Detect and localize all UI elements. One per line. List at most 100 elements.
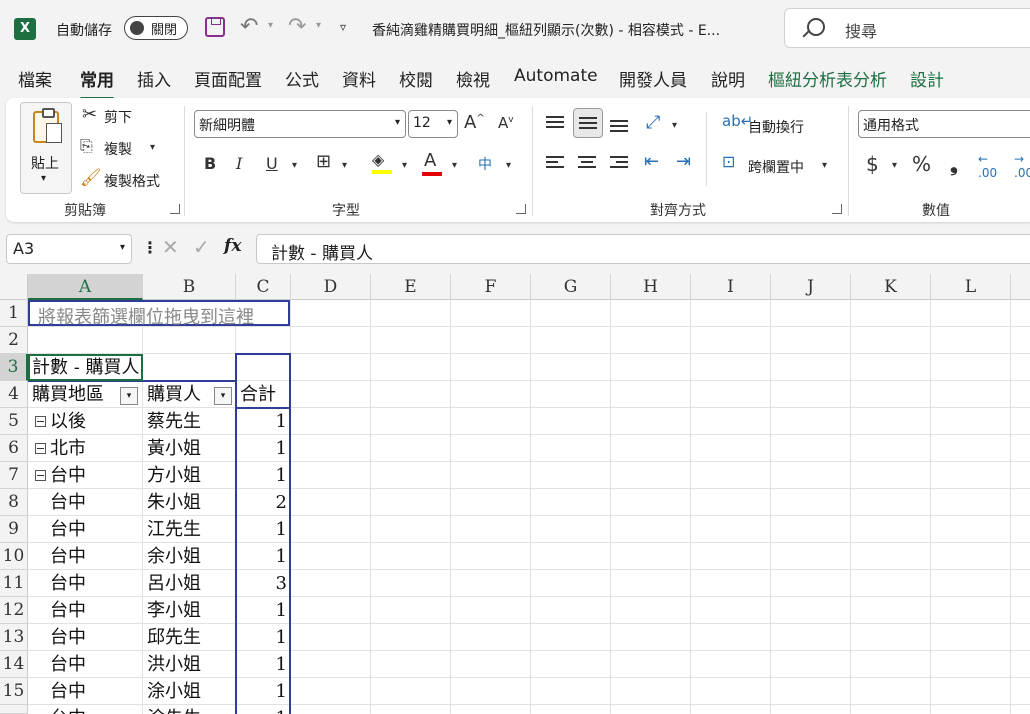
- currency-button[interactable]: $: [866, 152, 879, 176]
- tab-automate[interactable]: Automate: [514, 66, 598, 86]
- redo-dropdown-icon[interactable]: ▾: [316, 20, 321, 31]
- tab-pivot-analyze[interactable]: 樞紐分析表分析: [768, 66, 887, 91]
- tab-file[interactable]: 檔案: [18, 66, 52, 91]
- column-header-d[interactable]: D: [291, 274, 371, 300]
- cut-button[interactable]: 剪下: [104, 107, 132, 127]
- pivot-buyer-cell[interactable]: 洪小姐: [147, 651, 233, 678]
- tab-view[interactable]: 檢視: [456, 66, 490, 91]
- pivot-buyer-cell[interactable]: 余小姐: [147, 543, 233, 570]
- customize-qat-icon[interactable]: ▿: [340, 20, 346, 34]
- row-header-6[interactable]: 6: [0, 435, 28, 462]
- autosave-toggle[interactable]: 關閉: [124, 16, 188, 40]
- chevron-down-icon[interactable]: ▾: [452, 160, 457, 171]
- row-header-11[interactable]: 11: [0, 570, 28, 597]
- tab-insert[interactable]: 插入: [137, 66, 171, 91]
- number-format-select[interactable]: 通用格式: [858, 110, 1030, 138]
- pivot-region-cell[interactable]: 台中: [50, 651, 140, 678]
- pivot-region-cell[interactable]: 台中: [50, 705, 140, 714]
- row-header-1[interactable]: 1: [0, 300, 28, 327]
- decrease-indent-icon[interactable]: ⇤: [644, 151, 659, 172]
- more-options-icon[interactable]: ⋮: [142, 238, 158, 257]
- comma-button[interactable]: ❟: [950, 152, 958, 176]
- pivot-buyer-cell[interactable]: 邱先生: [147, 624, 233, 651]
- pivot-buyer-cell[interactable]: 李小姐: [147, 597, 233, 624]
- tab-page-layout[interactable]: 頁面配置: [194, 66, 262, 91]
- redo-icon[interactable]: ↷: [288, 14, 306, 39]
- collapse-icon[interactable]: [35, 443, 46, 454]
- row-header-14[interactable]: 14: [0, 651, 28, 678]
- row-header-16[interactable]: [0, 705, 28, 714]
- enter-icon[interactable]: ✓: [193, 235, 210, 259]
- pivot-count-cell[interactable]: 1: [237, 543, 287, 570]
- row-header-10[interactable]: 10: [0, 543, 28, 570]
- row-header-3[interactable]: 3: [0, 354, 28, 381]
- column-header-j[interactable]: J: [771, 274, 851, 300]
- grow-font-icon[interactable]: A^: [464, 112, 485, 133]
- phonetic-icon[interactable]: 中: [478, 154, 492, 174]
- chevron-down-icon[interactable]: ▾: [892, 160, 897, 171]
- bold-button[interactable]: B: [204, 154, 216, 173]
- tab-home[interactable]: 常用: [80, 66, 114, 100]
- pivot-count-cell[interactable]: 1: [237, 705, 287, 714]
- chevron-down-icon[interactable]: ▾: [672, 120, 677, 131]
- column-header-m[interactable]: [1011, 274, 1030, 300]
- pivot-region-cell[interactable]: 台中: [50, 516, 140, 543]
- italic-button[interactable]: I: [236, 154, 242, 173]
- column-header-k[interactable]: K: [851, 274, 931, 300]
- tab-design[interactable]: 設計: [910, 66, 944, 91]
- pivot-buyer-cell[interactable]: 呂小姐: [147, 570, 233, 597]
- undo-dropdown-icon[interactable]: ▾: [268, 20, 273, 31]
- pivot-region-cell[interactable]: 台中: [50, 624, 140, 651]
- row-header-13[interactable]: 13: [0, 624, 28, 651]
- shrink-font-icon[interactable]: Av: [498, 114, 514, 132]
- alignment-launcher-icon[interactable]: [832, 204, 842, 214]
- filter-dropdown-icon[interactable]: ▾: [214, 387, 232, 405]
- pivot-count-cell[interactable]: 3: [237, 570, 287, 597]
- fill-color-icon[interactable]: ◈: [372, 150, 392, 174]
- pivot-total-header[interactable]: 合計: [240, 381, 288, 408]
- column-header-f[interactable]: F: [451, 274, 531, 300]
- pivot-buyer-cell[interactable]: 黃小姐: [147, 435, 233, 462]
- paste-button[interactable]: 貼上 ▾: [20, 102, 72, 194]
- save-icon[interactable]: [205, 17, 225, 37]
- name-box[interactable]: A3 ▾: [6, 234, 132, 264]
- column-header-a[interactable]: A: [28, 274, 143, 300]
- chevron-down-icon[interactable]: ▾: [150, 142, 155, 153]
- column-header-g[interactable]: G: [531, 274, 611, 300]
- filter-dropdown-icon[interactable]: ▾: [120, 387, 138, 405]
- pivot-buyer-cell[interactable]: 涂先生: [147, 705, 233, 714]
- collapse-icon[interactable]: [35, 416, 46, 427]
- row-header-2[interactable]: 2: [0, 327, 28, 354]
- pivot-region-cell[interactable]: 北市: [50, 435, 140, 462]
- row-header-7[interactable]: 7: [0, 462, 28, 489]
- orientation-icon[interactable]: ⤢: [646, 112, 660, 133]
- pivot-region-cell[interactable]: 台中: [50, 543, 140, 570]
- borders-icon[interactable]: ⊞: [316, 151, 331, 172]
- pivot-region-cell[interactable]: 台中: [50, 597, 140, 624]
- format-painter-button[interactable]: 複製格式: [104, 171, 160, 191]
- pivot-count-cell[interactable]: 1: [237, 624, 287, 651]
- pivot-region-cell[interactable]: 台中: [50, 489, 140, 516]
- pivot-count-cell[interactable]: 2: [237, 489, 287, 516]
- underline-button[interactable]: U: [266, 154, 278, 173]
- align-bottom-icon[interactable]: [610, 120, 628, 134]
- column-header-e[interactable]: E: [371, 274, 451, 300]
- undo-icon[interactable]: ↶: [240, 14, 258, 39]
- column-header-l[interactable]: L: [931, 274, 1011, 300]
- pivot-region-cell[interactable]: 台中: [50, 570, 140, 597]
- row-header-15[interactable]: 15: [0, 678, 28, 705]
- pivot-count-cell[interactable]: 1: [237, 408, 287, 435]
- cancel-icon[interactable]: ✕: [162, 235, 179, 259]
- increase-indent-icon[interactable]: ⇥: [676, 151, 691, 172]
- pivot-buyer-cell[interactable]: 江先生: [147, 516, 233, 543]
- column-header-c[interactable]: C: [236, 274, 291, 300]
- report-filter-drop-zone[interactable]: 將報表篩選欄位拖曳到這裡: [28, 300, 290, 328]
- align-right-icon[interactable]: [610, 156, 628, 170]
- formula-input[interactable]: 計數 - 購買人: [256, 234, 1030, 264]
- tab-developer[interactable]: 開發人員: [619, 66, 687, 91]
- font-launcher-icon[interactable]: [516, 204, 526, 214]
- pivot-count-cell[interactable]: 1: [237, 597, 287, 624]
- percent-button[interactable]: %: [912, 152, 931, 176]
- pivot-buyer-cell[interactable]: 方小姐: [147, 462, 233, 489]
- row-header-8[interactable]: 8: [0, 489, 28, 516]
